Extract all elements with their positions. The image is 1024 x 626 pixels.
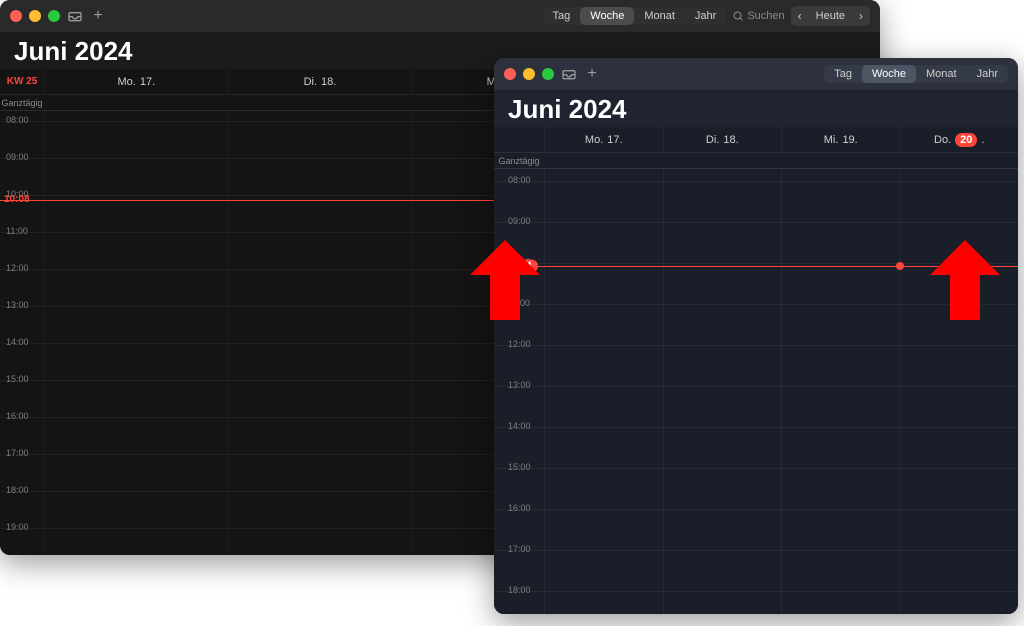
- hour-row: 15:00: [494, 468, 1018, 469]
- search-field[interactable]: Suchen: [732, 10, 784, 22]
- hour-label: 18:00: [508, 585, 531, 595]
- hour-row: 08:00: [494, 181, 1018, 182]
- inbox-icon[interactable]: [561, 66, 577, 82]
- day-column-tue[interactable]: Di. 18.: [663, 127, 782, 152]
- hour-label: 15:00: [6, 374, 29, 384]
- toolbar-right: Tag Woche Monat Jahr: [824, 58, 1008, 90]
- view-segmented-control[interactable]: Tag Woche Monat Jahr: [824, 65, 1008, 83]
- titlebar: + Tag Woche Monat Jahr Suchen ‹ Heute ›: [0, 0, 880, 32]
- hour-label: 11:00: [6, 226, 28, 236]
- hour-label: 19:00: [6, 522, 29, 532]
- hour-label: 15:00: [508, 462, 531, 472]
- day-column-mon[interactable]: Mo. 17.: [544, 127, 663, 152]
- hour-row: 17:00: [494, 550, 1018, 551]
- day-column-tue[interactable]: Di. 18.: [228, 69, 412, 94]
- hour-label: 13:00: [508, 380, 531, 390]
- allday-label: Ganztägig: [0, 95, 44, 110]
- day-column-mon[interactable]: Mo. 17.: [44, 69, 228, 94]
- hour-row: 14:00: [494, 427, 1018, 428]
- minimize-icon[interactable]: [523, 68, 535, 80]
- allday-row[interactable]: Ganztägig: [494, 153, 1018, 169]
- today-button[interactable]: Heute: [809, 7, 852, 25]
- hour-label: 12:00: [6, 263, 29, 273]
- hour-label: 08:00: [6, 115, 29, 125]
- time-grid[interactable]: 08:0009:0010:0011:0012:0013:0014:0015:00…: [494, 169, 1018, 614]
- hour-label: 18:00: [6, 485, 29, 495]
- hour-label: 16:00: [6, 411, 29, 421]
- search-icon: [732, 10, 744, 22]
- tab-year[interactable]: Jahr: [685, 7, 726, 25]
- week-number: KW 25: [0, 69, 44, 94]
- nav-today-group: ‹ Heute ›: [791, 6, 870, 26]
- tab-month[interactable]: Monat: [634, 7, 685, 25]
- calendar-window-front: + Tag Woche Monat Jahr Juni 2024 Mo. 17.…: [494, 58, 1018, 614]
- add-event-icon[interactable]: +: [90, 8, 106, 24]
- tab-day[interactable]: Tag: [824, 65, 862, 83]
- next-week-button[interactable]: ›: [852, 6, 870, 26]
- zoom-icon[interactable]: [48, 10, 60, 22]
- hour-row: 16:00: [494, 509, 1018, 510]
- inbox-icon[interactable]: [67, 8, 83, 24]
- tab-week[interactable]: Woche: [862, 65, 916, 83]
- allday-label: Ganztägig: [494, 153, 544, 168]
- minimize-icon[interactable]: [29, 10, 41, 22]
- hour-row: 18:00: [494, 591, 1018, 592]
- month-title: Juni 2024: [494, 90, 1018, 127]
- close-icon[interactable]: [10, 10, 22, 22]
- hour-label: 13:00: [6, 300, 29, 310]
- toolbar-right: Tag Woche Monat Jahr Suchen ‹ Heute ›: [543, 0, 870, 32]
- current-time-label: 10:08: [4, 194, 30, 205]
- close-icon[interactable]: [504, 68, 516, 80]
- hour-label: 17:00: [508, 544, 531, 554]
- hour-label: 08:00: [508, 175, 531, 185]
- hour-label: 09:00: [508, 216, 531, 226]
- today-date-badge: 20: [955, 133, 977, 147]
- current-time-dot: [896, 262, 904, 270]
- titlebar: + Tag Woche Monat Jahr: [494, 58, 1018, 90]
- hour-row: 13:00: [494, 386, 1018, 387]
- tab-week[interactable]: Woche: [580, 7, 634, 25]
- add-event-icon[interactable]: +: [584, 66, 600, 82]
- hour-label: 14:00: [508, 421, 531, 431]
- day-column-wed[interactable]: Mi. 19.: [781, 127, 900, 152]
- tab-month[interactable]: Monat: [916, 65, 967, 83]
- view-segmented-control[interactable]: Tag Woche Monat Jahr: [543, 7, 727, 25]
- day-header: Mo. 17. Di. 18. Mi. 19. Do. 20 .: [494, 127, 1018, 153]
- hour-label: 17:00: [6, 448, 29, 458]
- annotation-arrow-left: [470, 240, 540, 320]
- hour-label: 14:00: [6, 337, 29, 347]
- prev-week-button[interactable]: ‹: [791, 6, 809, 26]
- hour-label: 09:00: [6, 152, 29, 162]
- tab-year[interactable]: Jahr: [967, 65, 1008, 83]
- day-column-thu[interactable]: Do. 20 .: [900, 127, 1019, 152]
- search-placeholder: Suchen: [747, 10, 784, 22]
- hour-label: 16:00: [508, 503, 531, 513]
- hour-row: 12:00: [494, 345, 1018, 346]
- hour-label: 12:00: [508, 339, 531, 349]
- hour-row: 09:00: [494, 222, 1018, 223]
- annotation-arrow-right: [930, 240, 1000, 320]
- tab-day[interactable]: Tag: [543, 7, 581, 25]
- zoom-icon[interactable]: [542, 68, 554, 80]
